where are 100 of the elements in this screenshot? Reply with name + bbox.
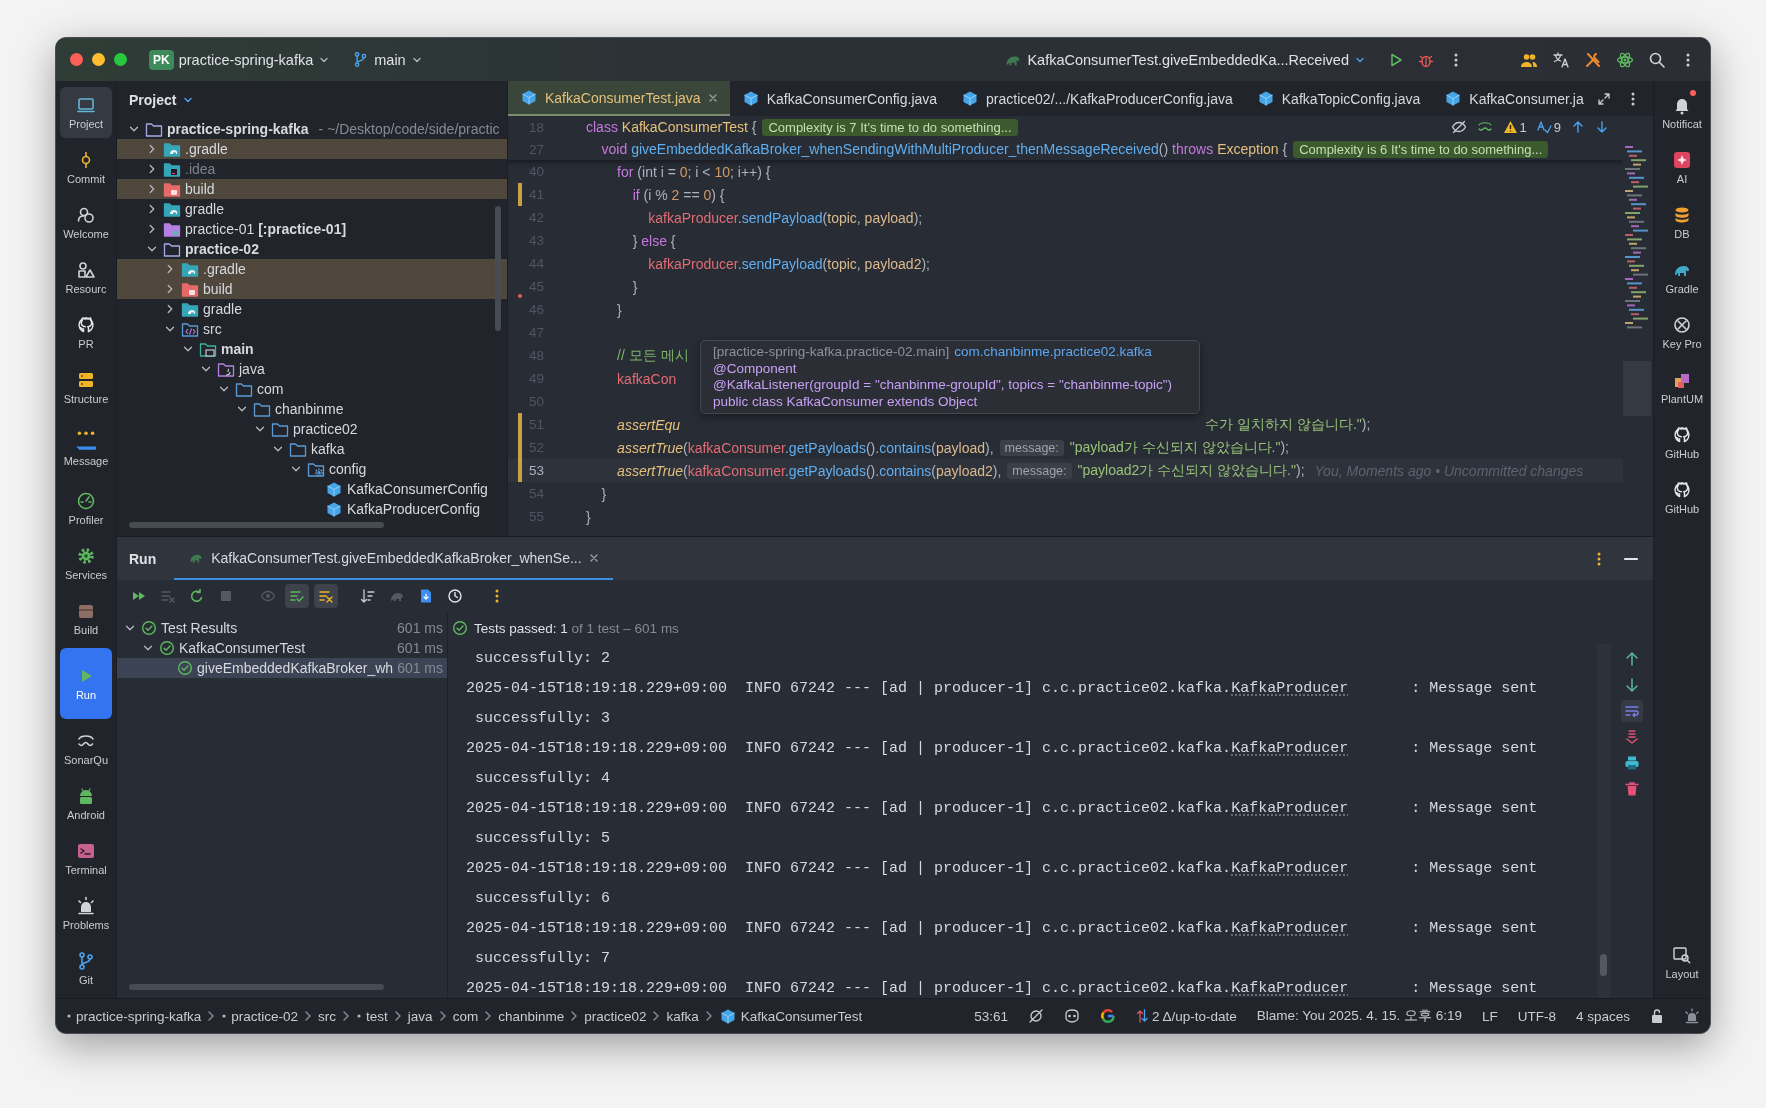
breadcrumb[interactable]: chanbinme [498, 1008, 565, 1024]
tool-window-button[interactable]: PlantUM [1656, 362, 1708, 413]
branch-selector[interactable]: main [374, 51, 406, 68]
inlay-hint: message: [1007, 462, 1072, 479]
tree-item[interactable]: .gradle [117, 259, 507, 279]
tree-item[interactable]: gradle [117, 299, 507, 319]
class-link[interactable]: KafkaProducer [1231, 680, 1349, 697]
class-link[interactable]: KafkaProducer [1231, 740, 1349, 757]
tree-item[interactable]: .idea [117, 159, 507, 179]
tool-window-button[interactable]: AI [1656, 142, 1708, 193]
run-configuration-selector[interactable]: KafkaConsumerTest.giveEmbeddedKa...Received [1027, 51, 1349, 68]
inlay-hint: message: [999, 439, 1064, 456]
tool-window-button[interactable]: Problems [60, 888, 112, 939]
tool-window-button[interactable]: Layout [1656, 937, 1708, 988]
project-selector[interactable]: practice-spring-kafka [178, 51, 314, 68]
tool-window-button[interactable]: Resourc [60, 252, 112, 303]
tree-item[interactable]: practice02 [117, 419, 507, 439]
tree-item[interactable]: .gradle [117, 139, 507, 159]
typos-counter[interactable]: 9 [1536, 119, 1561, 135]
run-tab[interactable]: KafkaConsumerTest.giveEmbeddedKafkaBroker_whenSe... [174, 537, 613, 580]
test-item[interactable]: KafkaConsumerTest 601 ms [117, 638, 447, 658]
tool-window-button[interactable]: Run [60, 648, 112, 719]
tree-item[interactable]: src [117, 319, 507, 339]
tool-window-button[interactable]: SonarQu [60, 723, 112, 774]
tree-item[interactable]: com [117, 379, 507, 399]
code-text: // 모든 메시 [616, 346, 689, 365]
code-text: "payload가 수신되지 않았습니다."); [1069, 438, 1289, 457]
tool-window-button[interactable]: Git [60, 943, 112, 994]
test-item[interactable]: Test Results 601 ms [117, 618, 447, 638]
tool-window-button[interactable]: GitHub [1656, 472, 1708, 523]
tool-window-button[interactable]: Android [60, 778, 112, 829]
panel-title: Run [129, 549, 157, 569]
tool-window-button[interactable]: Notificat [1656, 87, 1708, 138]
file-encoding[interactable]: UTF-8 [1517, 1008, 1556, 1024]
breadcrumb[interactable]: com [452, 1008, 479, 1024]
breadcrumb[interactable]: practice-02 [221, 1008, 299, 1024]
class-link[interactable]: KafkaProducer [1231, 980, 1349, 997]
class-link[interactable]: KafkaProducer [1231, 860, 1349, 877]
tool-window-button[interactable]: Message [60, 417, 112, 479]
package-link[interactable]: com.chanbinme.practice02.kafka [954, 344, 1152, 359]
vcs-status[interactable]: 2 Δ/up-to-date [1135, 1008, 1237, 1024]
caret-position[interactable]: 53:61 [974, 1008, 1008, 1024]
breadcrumb[interactable]: kafka [666, 1008, 699, 1024]
console-line: 2025-04-15T18:19:18.229+09:00 INFO 67242 --- [ad | producer-1] c.c.practice02.kafka.KafkaProducer : Message sent [466, 979, 1539, 998]
tree-item[interactable]: gradle [117, 199, 507, 219]
tool-window-button[interactable]: Welcome [60, 197, 112, 248]
tree-item[interactable]: practice-01 [:practice-01] [117, 219, 507, 239]
panel-title[interactable]: Project [129, 92, 177, 108]
blame-status[interactable]: Blame: You 2025. 4. 15. 오후 6:19 [1256, 1007, 1462, 1025]
tree-item[interactable]: KafkaProducerConfig [117, 499, 507, 519]
code-text: kafkaProducer.sendPayload(topic, payload2); [647, 255, 930, 272]
indent-setting[interactable]: 4 spaces [1575, 1008, 1630, 1024]
tree-item[interactable]: chanbinme [117, 399, 507, 419]
tool-window-button[interactable]: Commit [60, 142, 112, 193]
tool-window-button[interactable]: Project [60, 87, 112, 138]
tool-window-button[interactable]: PR [60, 307, 112, 358]
tool-window-button[interactable]: Terminal [60, 833, 112, 884]
tool-window-button[interactable]: DB [1656, 197, 1708, 248]
tree-item[interactable]: practice-02 [117, 239, 507, 259]
tool-window-button[interactable]: GitHub [1656, 417, 1708, 468]
breadcrumb[interactable]: test [356, 1008, 388, 1024]
code-text: kafkaProducer.sendPayload(topic, payload); [647, 209, 923, 226]
tree-item[interactable]: config [117, 459, 507, 479]
code-text: class KafkaConsumerTest { [586, 119, 757, 135]
class-link[interactable]: KafkaProducer [1231, 800, 1349, 817]
breadcrumb[interactable]: KafkaConsumerTest [718, 1007, 863, 1025]
breadcrumb[interactable]: practice-spring-kafka [66, 1008, 202, 1024]
tool-window-button[interactable]: Gradle [1656, 252, 1708, 303]
tool-window-button[interactable]: Profiler [60, 483, 112, 534]
code-text: } else { [631, 232, 676, 249]
tool-window-button[interactable]: Structure [60, 362, 112, 413]
breadcrumb[interactable]: java [407, 1008, 433, 1024]
editor-tab[interactable]: KafkaConsumer.ja [1432, 81, 1596, 116]
warnings-counter[interactable]: 1 [1502, 119, 1527, 135]
console-line: 2025-04-15T18:19:18.229+09:00 INFO 67242 --- [ad | producer-1] c.c.practice02.kafka.KafkaProducer : Message sent [466, 919, 1539, 939]
tree-item[interactable]: build [117, 279, 507, 299]
tree-item[interactable]: kafka [117, 439, 507, 459]
tree-item[interactable]: practice-spring-kafka - ~/Desktop/code/side/practic [117, 119, 507, 139]
console-line: successfully: 7 [474, 949, 612, 969]
editor-tab[interactable]: KafkaConsumerConfig.java [729, 81, 950, 116]
tool-window-button[interactable]: Key Pro [1656, 307, 1708, 358]
tool-window-button[interactable]: Services [60, 538, 112, 589]
tree-item[interactable]: main [117, 339, 507, 359]
console-line: 2025-04-15T18:19:18.229+09:00 INFO 67242 --- [ad | producer-1] c.c.practice02.kafka.KafkaProducer : Message sent [466, 799, 1539, 819]
tree-item[interactable]: KafkaConsumerConfig [117, 479, 507, 499]
editor-tab[interactable]: KafkaConsumerTest.java [508, 81, 730, 116]
code-text: } [600, 485, 607, 502]
tree-item[interactable]: build [117, 179, 507, 199]
console-line: 2025-04-15T18:19:18.229+09:00 INFO 67242 --- [ad | producer-1] c.c.practice02.kafka.KafkaProducer : Message sent [466, 739, 1539, 759]
test-item[interactable]: giveEmbeddedKafkaBroker_wh 601 ms [117, 658, 447, 678]
breadcrumb[interactable]: src [318, 1008, 337, 1024]
editor-tab[interactable]: practice02/.../KafkaProducerConfig.java [949, 81, 1245, 116]
breadcrumb[interactable]: practice02 [584, 1008, 647, 1024]
line-separator[interactable]: LF [1481, 1008, 1498, 1024]
console-line: successfully: 3 [474, 709, 612, 729]
tool-window-button[interactable]: Build [60, 593, 112, 644]
test-summary: Tests passed: 1 of 1 test – 601 ms [474, 620, 679, 636]
tree-item[interactable]: java [117, 359, 507, 379]
class-link[interactable]: KafkaProducer [1231, 920, 1349, 937]
editor-tab[interactable]: KafkaTopicConfig.java [1244, 81, 1433, 116]
